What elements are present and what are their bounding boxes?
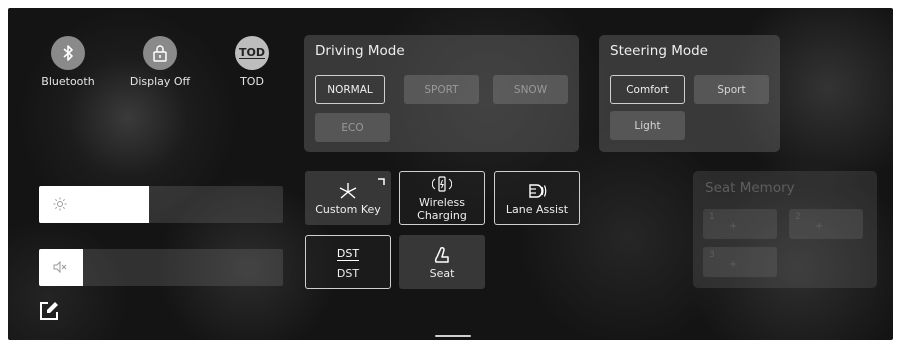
lane-assist-icon	[527, 181, 547, 201]
mute-icon	[53, 259, 67, 278]
steering-mode-comfort[interactable]: Comfort	[610, 75, 685, 104]
bluetooth-icon	[51, 36, 85, 70]
steering-mode-title: Steering Mode	[610, 43, 708, 59]
driving-mode-snow[interactable]: SNOW	[493, 75, 568, 104]
plus-icon: +	[729, 221, 738, 232]
plus-icon: +	[729, 259, 738, 270]
wireless-charging-label-line1: Wireless	[418, 196, 466, 209]
bluetooth-label: Bluetooth	[41, 75, 95, 88]
volume-slider[interactable]	[39, 249, 283, 286]
seat-memory-panel: Seat Memory 1 + 2 + 3 +	[693, 171, 877, 288]
driving-mode-title: Driving Mode	[315, 43, 405, 59]
seat-memory-slot-number: 2	[795, 212, 801, 222]
corner-arrow-icon	[377, 176, 385, 189]
seat-memory-slot-number: 1	[709, 212, 715, 222]
driving-mode-normal[interactable]: NORMAL	[315, 75, 385, 104]
sun-icon	[53, 196, 67, 215]
steering-mode-light[interactable]: Light	[610, 111, 685, 140]
dst-tile[interactable]: DST DST	[305, 235, 391, 289]
plus-icon: +	[815, 221, 824, 232]
edit-icon[interactable]	[38, 300, 60, 326]
asterisk-icon	[338, 181, 358, 201]
steering-mode-sport[interactable]: Sport	[694, 75, 769, 104]
wireless-charging-label-line2: Charging	[417, 209, 467, 222]
dst-label: DST	[336, 266, 360, 280]
seat-tile[interactable]: Seat	[399, 235, 485, 289]
display-off-label: Display Off	[129, 75, 191, 88]
custom-key-label: Custom Key	[315, 202, 381, 216]
brightness-slider[interactable]	[39, 186, 283, 223]
phone-charging-icon	[432, 174, 452, 194]
tod-button[interactable]: TOD TOD	[212, 36, 292, 88]
lock-icon	[143, 36, 177, 70]
seat-memory-slot-3[interactable]: 3 +	[703, 247, 777, 277]
dst-icon: DST	[336, 247, 360, 261]
home-indicator-handle[interactable]	[435, 335, 471, 337]
driving-mode-eco[interactable]: ECO	[315, 113, 390, 142]
seat-icon	[433, 245, 451, 265]
lane-assist-tile[interactable]: Lane Assist	[494, 171, 580, 225]
wireless-charging-tile[interactable]: Wireless Charging	[399, 171, 485, 225]
steering-mode-panel: Steering Mode Comfort Sport Light	[599, 35, 780, 152]
tod-label: TOD	[240, 75, 264, 88]
lane-assist-label: Lane Assist	[505, 202, 569, 216]
bluetooth-button[interactable]: Bluetooth	[28, 36, 108, 88]
control-center-screen: Bluetooth Display Off TOD TOD Driving Mo…	[8, 8, 893, 340]
display-off-button[interactable]: Display Off	[120, 36, 200, 88]
seat-memory-slot-number: 3	[709, 250, 715, 260]
seat-memory-title: Seat Memory	[705, 180, 795, 196]
tod-icon: TOD	[235, 36, 269, 70]
driving-mode-panel: Driving Mode NORMAL SPORT SNOW ECO	[304, 35, 579, 152]
driving-mode-sport[interactable]: SPORT	[404, 75, 479, 104]
seat-memory-slot-1[interactable]: 1 +	[703, 209, 777, 239]
seat-memory-slot-2[interactable]: 2 +	[789, 209, 863, 239]
custom-key-tile[interactable]: Custom Key	[305, 171, 391, 225]
seat-label: Seat	[429, 266, 455, 280]
